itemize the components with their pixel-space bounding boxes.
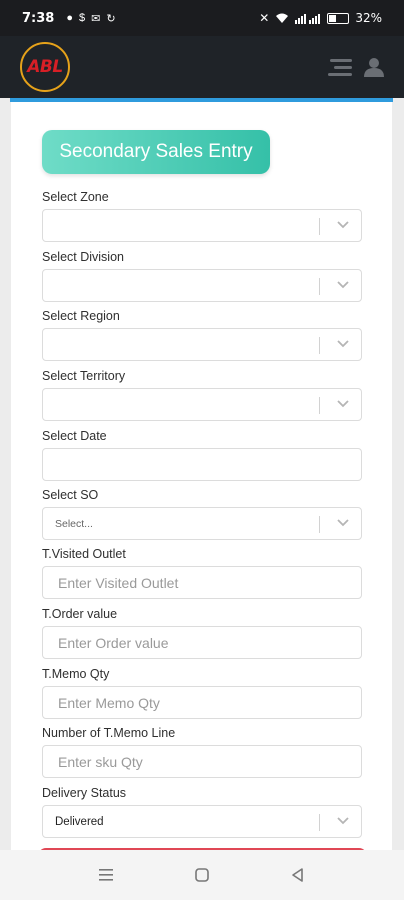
memo-qty-field: T.Memo Qty Enter Memo Qty [42,666,362,719]
select-divider [319,337,320,354]
date-field: Select Date [42,428,362,481]
signal-icon [295,13,321,24]
nav-home-icon[interactable] [192,865,212,885]
so-select[interactable]: Select... [42,507,362,540]
nav-back-icon[interactable] [288,865,308,885]
memo-line-input[interactable]: Enter sku Qty [42,745,362,778]
select-divider [319,218,320,235]
order-value-field: T.Order value Enter Order value [42,606,362,659]
zone-field: Select Zone [42,189,362,242]
territory-label: Select Territory [42,369,126,383]
user-icon[interactable] [364,57,384,77]
form-card: Secondary Sales Entry Select Zone Select… [11,102,392,856]
status-time: 7:38 [22,10,55,26]
order-value-label: T.Order value [42,607,118,621]
select-divider [319,397,320,414]
logo-text: ABL [27,57,63,77]
chevron-down-icon[interactable] [336,399,350,409]
memo-line-placeholder: Enter sku Qty [58,753,143,770]
chevron-down-icon[interactable] [336,518,350,528]
mute-icon: ✕ [259,11,270,25]
so-field: Select SO Select... [42,487,362,540]
region-select[interactable] [42,328,362,361]
visited-outlet-placeholder: Enter Visited Outlet [58,574,179,591]
territory-field: Select Territory [42,368,362,421]
delivery-status-label: Delivery Status [42,786,127,800]
chat-icon: ● [66,11,73,24]
notification-icons: ● $ ✉ ↻ [66,12,115,25]
so-label: Select SO [42,488,99,502]
memo-qty-label: T.Memo Qty [42,667,110,681]
sync-icon: ↻ [106,12,116,25]
select-divider [319,814,320,831]
order-value-input[interactable]: Enter Order value [42,626,362,659]
mail-icon: ✉ [91,12,101,25]
delivery-status-select[interactable]: Delivered [42,805,362,838]
select-divider [319,278,320,295]
division-label: Select Division [42,250,124,264]
division-field: Select Division [42,249,362,302]
delivery-status-value: Delivered [55,815,104,828]
select-divider [319,516,320,533]
chevron-down-icon[interactable] [336,816,350,826]
hamburger-menu-icon[interactable] [328,58,352,76]
brand-logo[interactable]: ABL [20,42,70,92]
region-field: Select Region [42,308,362,361]
zone-select[interactable] [42,209,362,242]
memo-qty-input[interactable]: Enter Memo Qty [42,686,362,719]
nav-menu-icon[interactable] [96,865,116,885]
region-label: Select Region [42,309,120,323]
system-nav-bar [0,850,404,900]
so-value: Select... [55,517,93,530]
visited-outlet-field: T.Visited Outlet Enter Visited Outlet [42,546,362,599]
delivery-status-field: Delivery Status Delivered [42,785,362,838]
territory-select[interactable] [42,388,362,421]
division-select[interactable] [42,269,362,302]
chevron-down-icon[interactable] [336,280,350,290]
zone-label: Select Zone [42,190,109,204]
battery-percent: 32% [355,11,382,25]
status-bar: 7:38 ● $ ✉ ↻ ✕ 32% [0,0,404,36]
app-header: ABL [0,36,404,98]
status-right: ✕ 32% [259,11,382,25]
date-label: Select Date [42,429,107,443]
page-title: Secondary Sales Entry [42,130,270,174]
order-value-placeholder: Enter Order value [58,634,169,651]
chevron-down-icon[interactable] [336,339,350,349]
memo-qty-placeholder: Enter Memo Qty [58,694,160,711]
dollar-icon: $ [79,11,86,24]
battery-icon [327,12,350,24]
wifi-icon [276,13,289,23]
visited-outlet-input[interactable]: Enter Visited Outlet [42,566,362,599]
memo-line-field: Number of T.Memo Line Enter sku Qty [42,725,362,778]
chevron-down-icon[interactable] [336,220,350,230]
visited-outlet-label: T.Visited Outlet [42,547,126,561]
date-input[interactable] [42,448,362,481]
memo-line-label: Number of T.Memo Line [42,726,176,740]
